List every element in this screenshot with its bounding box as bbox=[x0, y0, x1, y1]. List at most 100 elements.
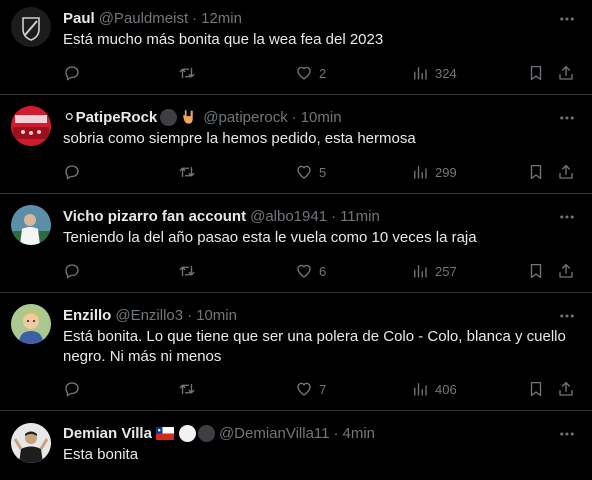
reply-icon bbox=[65, 382, 79, 397]
retweet-button[interactable] bbox=[178, 379, 196, 399]
retweet-button[interactable] bbox=[178, 162, 196, 182]
bookmark-button[interactable] bbox=[527, 63, 545, 83]
reply-button[interactable] bbox=[63, 261, 81, 281]
retweet-icon bbox=[179, 166, 195, 178]
avatar[interactable] bbox=[11, 205, 51, 245]
avatar[interactable] bbox=[11, 106, 51, 146]
more-options-icon[interactable] bbox=[558, 425, 576, 443]
share-button[interactable] bbox=[557, 379, 575, 399]
views-button[interactable]: 324 bbox=[411, 63, 457, 83]
author-name[interactable]: Paul bbox=[63, 10, 95, 27]
share-button[interactable] bbox=[557, 261, 575, 281]
author-name[interactable]: Demian Villa bbox=[63, 425, 152, 442]
avatar[interactable] bbox=[11, 423, 51, 463]
views-count: 257 bbox=[435, 263, 457, 279]
views-button[interactable]: 257 bbox=[411, 261, 457, 281]
timestamp[interactable]: 4min bbox=[343, 425, 376, 442]
tweet-header: ⚪PatipeRock @patiperock · 10min bbox=[63, 107, 552, 127]
tweet[interactable]: ⚪PatipeRock @patiperock · 10min sobria c… bbox=[0, 95, 592, 194]
separator: · bbox=[331, 207, 337, 225]
separator: · bbox=[291, 108, 297, 126]
author-name[interactable]: Vicho pizarro fan account bbox=[63, 208, 246, 225]
views-count: 324 bbox=[435, 65, 457, 81]
bookmark-button[interactable] bbox=[527, 162, 545, 182]
more-options-icon[interactable] bbox=[558, 208, 576, 226]
separator: · bbox=[192, 9, 198, 27]
views-chart-icon bbox=[414, 383, 427, 396]
tweet-text: Está bonita. Lo que tiene que ser una po… bbox=[63, 328, 566, 365]
action-bar: 2 324 bbox=[63, 63, 576, 83]
colo-colo-crest-icon bbox=[11, 7, 51, 47]
views-chart-icon bbox=[414, 265, 427, 278]
share-icon bbox=[559, 263, 573, 278]
views-chart-icon bbox=[414, 67, 427, 80]
reply-icon bbox=[65, 165, 79, 180]
reply-button[interactable] bbox=[63, 162, 81, 182]
reply-icon bbox=[65, 264, 79, 279]
author-name[interactable]: Enzillo bbox=[63, 307, 111, 324]
tweet-header: Paul @Pauldmeist · 12min bbox=[63, 8, 552, 28]
tweet-text: Teniendo la del año pasao esta le vuela … bbox=[63, 229, 477, 246]
share-button[interactable] bbox=[557, 162, 575, 182]
black-circle-emoji bbox=[160, 108, 178, 126]
retweet-button[interactable] bbox=[178, 63, 196, 83]
heart-icon bbox=[297, 264, 311, 278]
reply-icon bbox=[65, 66, 79, 81]
views-button[interactable]: 406 bbox=[411, 379, 457, 399]
bookmark-button[interactable] bbox=[527, 261, 545, 281]
avatar[interactable] bbox=[11, 304, 51, 344]
tweet[interactable]: Paul @Pauldmeist · 12min Está mucho más … bbox=[0, 0, 592, 95]
author-name[interactable]: ⚪PatipeRock bbox=[63, 108, 157, 126]
avatar[interactable] bbox=[11, 7, 51, 47]
like-count: 6 bbox=[319, 263, 327, 279]
timestamp[interactable]: 11min bbox=[340, 208, 380, 225]
like-button[interactable]: 2 bbox=[295, 63, 326, 83]
like-count: 2 bbox=[319, 65, 327, 81]
reply-feed: Paul @Pauldmeist · 12min Está mucho más … bbox=[0, 0, 592, 480]
like-button[interactable]: 6 bbox=[295, 261, 326, 281]
tweet[interactable]: Demian Villa @DemianVilla11 · 4min Esta … bbox=[0, 411, 592, 480]
more-options-icon[interactable] bbox=[558, 307, 576, 325]
author-handle[interactable]: @patiperock bbox=[203, 109, 287, 126]
heart-icon bbox=[297, 165, 311, 179]
views-button[interactable]: 299 bbox=[411, 162, 457, 182]
reply-button[interactable] bbox=[63, 63, 81, 83]
views-chart-icon bbox=[414, 166, 427, 179]
retweet-icon bbox=[179, 265, 195, 277]
tweet[interactable]: Enzillo @Enzillo3 · 10min Está bonita. L… bbox=[0, 293, 592, 411]
timestamp[interactable]: 10min bbox=[196, 307, 237, 324]
like-count: 7 bbox=[319, 381, 327, 397]
share-icon bbox=[559, 164, 573, 179]
separator: · bbox=[333, 424, 339, 442]
black-circle-emoji bbox=[197, 424, 215, 442]
heart-icon bbox=[297, 66, 311, 80]
timestamp[interactable]: 10min bbox=[301, 109, 342, 126]
share-button[interactable] bbox=[557, 63, 575, 83]
author-handle[interactable]: @Pauldmeist bbox=[99, 10, 188, 27]
retweet-button[interactable] bbox=[178, 261, 196, 281]
white-circle-emoji bbox=[178, 424, 196, 442]
tweet-text: Esta bonita bbox=[63, 446, 139, 463]
reply-button[interactable] bbox=[63, 379, 81, 399]
author-handle[interactable]: @Enzillo3 bbox=[115, 307, 183, 324]
bookmark-button[interactable] bbox=[527, 379, 545, 399]
tweet[interactable]: Vicho pizarro fan account @albo1941 · 11… bbox=[0, 194, 592, 293]
bookmark-icon bbox=[530, 263, 542, 279]
views-count: 406 bbox=[435, 381, 457, 397]
bookmark-icon bbox=[530, 381, 542, 397]
more-options-icon[interactable] bbox=[558, 10, 576, 28]
cartoon-character-icon bbox=[11, 304, 51, 344]
more-options-icon[interactable] bbox=[558, 109, 576, 127]
bookmark-icon bbox=[530, 65, 542, 81]
bookmark-icon bbox=[530, 164, 542, 180]
timestamp[interactable]: 12min bbox=[201, 10, 242, 27]
like-button[interactable]: 5 bbox=[295, 162, 326, 182]
author-handle[interactable]: @albo1941 bbox=[250, 208, 327, 225]
like-count: 5 bbox=[319, 164, 327, 180]
views-count: 299 bbox=[435, 164, 457, 180]
author-handle[interactable]: @DemianVilla11 bbox=[219, 425, 330, 442]
separator: · bbox=[187, 306, 193, 324]
like-button[interactable]: 7 bbox=[295, 379, 326, 399]
rock-hand-emoji-icon bbox=[183, 110, 194, 124]
tweet-header: Demian Villa @DemianVilla11 · 4min bbox=[63, 423, 552, 443]
